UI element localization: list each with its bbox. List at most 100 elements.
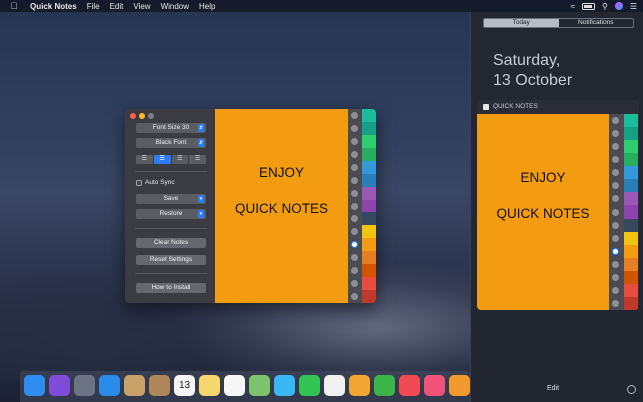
reset-settings-button[interactable]: Reset Settings [136, 255, 206, 265]
color-tab-5[interactable] [362, 160, 376, 175]
dock-facetime-icon[interactable] [299, 375, 320, 396]
ring-13[interactable] [351, 267, 358, 275]
color-tab-2[interactable] [362, 121, 376, 136]
ring-14[interactable] [351, 280, 358, 288]
ring-10[interactable] [612, 234, 619, 242]
color-tab-2[interactable] [624, 127, 638, 141]
color-tab-8[interactable] [362, 199, 376, 213]
dock-photos-icon[interactable] [324, 375, 345, 396]
clear-notes-button[interactable]: Clear Notes [136, 238, 206, 248]
ring-4[interactable] [612, 156, 619, 164]
font-color-select[interactable]: Black Font ⇵ [136, 138, 206, 148]
gear-icon[interactable] [627, 385, 636, 394]
align-left-icon[interactable]: ☰ [136, 155, 153, 164]
notification-center-icon[interactable]: ☰ [630, 2, 637, 11]
color-tab-13[interactable] [624, 270, 638, 285]
color-tab-11[interactable] [624, 244, 638, 259]
color-tab-15[interactable] [624, 296, 638, 310]
ring-11[interactable] [351, 241, 358, 249]
ring-1[interactable] [612, 117, 619, 125]
search-icon[interactable]: ⚲ [602, 2, 608, 11]
color-tab-9[interactable] [362, 212, 376, 226]
ring-7[interactable] [351, 189, 358, 197]
color-tab-15[interactable] [362, 290, 376, 303]
color-tab-8[interactable] [624, 205, 638, 220]
ring-4[interactable] [351, 150, 358, 158]
color-tab-14[interactable] [362, 277, 376, 291]
tab-today[interactable]: Today [484, 19, 559, 27]
color-tab-4[interactable] [362, 147, 376, 162]
color-tab-13[interactable] [362, 264, 376, 278]
ring-15[interactable] [351, 293, 358, 301]
ring-7[interactable] [612, 195, 619, 203]
color-tab-7[interactable] [362, 186, 376, 201]
close-icon[interactable] [130, 113, 136, 119]
ring-11[interactable] [612, 247, 619, 255]
zoom-icon[interactable] [148, 113, 154, 119]
dock-books-icon[interactable] [449, 375, 470, 396]
save-select[interactable]: Save ▾ [136, 194, 206, 204]
color-tab-10[interactable] [624, 231, 638, 246]
restore-select[interactable]: Restore ▾ [136, 209, 206, 219]
dock-pages-icon[interactable] [349, 375, 370, 396]
color-tab-5[interactable] [624, 166, 638, 180]
dock-mail-stamp-icon[interactable] [124, 375, 145, 396]
auto-sync-checkbox[interactable]: Auto Sync [136, 179, 175, 186]
ring-5[interactable] [612, 169, 619, 177]
ring-14[interactable] [612, 286, 619, 294]
dock-maps-icon[interactable] [249, 375, 270, 396]
battery-icon[interactable] [581, 2, 595, 10]
color-tab-6[interactable] [624, 179, 638, 193]
dock-calendar-icon[interactable]: 13 [174, 375, 195, 396]
ring-2[interactable] [612, 130, 619, 138]
ring-10[interactable] [351, 228, 358, 236]
menu-window[interactable]: Window [161, 2, 189, 11]
align-center-icon[interactable]: ☰ [153, 155, 171, 164]
ring-12[interactable] [612, 260, 619, 268]
color-tab-12[interactable] [624, 257, 638, 272]
color-tab-4[interactable] [624, 153, 638, 167]
color-tab-7[interactable] [624, 192, 638, 206]
color-tab-1[interactable] [624, 114, 638, 128]
ring-12[interactable] [351, 254, 358, 262]
ring-5[interactable] [351, 163, 358, 171]
color-tab-11[interactable] [362, 238, 376, 252]
menu-help[interactable]: Help [199, 2, 215, 11]
color-tab-6[interactable] [362, 173, 376, 188]
apple-icon[interactable]:  [6, 1, 22, 11]
note-area[interactable]: ENJOY QUICK NOTES [215, 109, 348, 303]
ring-8[interactable] [351, 202, 358, 210]
color-tab-12[interactable] [362, 251, 376, 265]
ring-13[interactable] [612, 273, 619, 281]
color-tab-3[interactable] [624, 140, 638, 154]
checkbox-icon[interactable] [136, 179, 142, 186]
wifi-icon[interactable]: ≈ [571, 2, 575, 11]
dock-contacts-icon[interactable] [149, 375, 170, 396]
ring-6[interactable] [612, 182, 619, 190]
menu-app-name[interactable]: Quick Notes [30, 2, 77, 11]
menu-view[interactable]: View [133, 2, 150, 11]
dock-finder-icon[interactable] [24, 375, 45, 396]
menu-edit[interactable]: Edit [110, 2, 124, 11]
dock-itunes-icon[interactable] [424, 375, 445, 396]
color-tab-10[interactable] [362, 225, 376, 239]
dock-messages-icon[interactable] [274, 375, 295, 396]
ring-3[interactable] [612, 143, 619, 151]
dock-numbers-icon[interactable] [374, 375, 395, 396]
edit-button[interactable]: Edit [547, 385, 559, 392]
minimize-icon[interactable] [139, 113, 145, 119]
ring-9[interactable] [351, 215, 358, 223]
how-to-install-button[interactable]: How to Install [136, 283, 206, 293]
ring-9[interactable] [612, 221, 619, 229]
dock-reminders-icon[interactable] [224, 375, 245, 396]
color-tab-9[interactable] [624, 218, 638, 233]
ring-15[interactable] [612, 299, 619, 307]
menu-file[interactable]: File [87, 2, 100, 11]
dock-siri-icon[interactable] [49, 375, 70, 396]
ring-3[interactable] [351, 137, 358, 145]
color-tab-14[interactable] [624, 283, 638, 298]
tab-notifications[interactable]: Notifications [559, 19, 634, 27]
dock-safari-icon[interactable] [99, 375, 120, 396]
widget-note-area[interactable]: ENJOY QUICK NOTES [477, 114, 609, 310]
dock-launchpad-icon[interactable] [74, 375, 95, 396]
